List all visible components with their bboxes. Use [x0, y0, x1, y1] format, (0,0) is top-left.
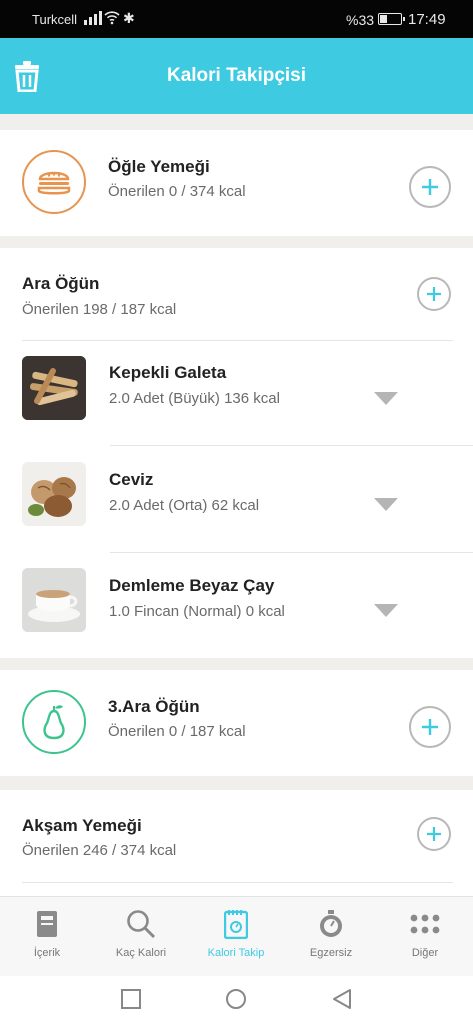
walnut-image: [22, 462, 86, 526]
meal-icon-circle: [22, 690, 86, 754]
tab-egzersiz[interactable]: Egzersiz: [284, 897, 378, 977]
meal-icon-circle: [22, 150, 86, 214]
tab-kalori-takip[interactable]: Kalori Takip: [189, 897, 283, 977]
status-bar: Turkcell ✱ %33 17:49: [0, 0, 473, 38]
tab-icerik[interactable]: İçerik: [0, 897, 94, 977]
tab-diger[interactable]: Diğer: [378, 897, 472, 977]
tab-label: Kalori Takip: [207, 947, 265, 959]
tea-cup-image: [22, 568, 86, 632]
battery-icon: [378, 13, 405, 25]
meal-title: Öğle Yemeği: [108, 157, 210, 176]
meal-title: 3.Ara Öğün: [108, 697, 200, 716]
divider: [22, 340, 453, 341]
page-title: Kalori Takipçisi: [166, 65, 307, 86]
back-icon[interactable]: [331, 988, 353, 1010]
tab-label: Diğer: [411, 947, 439, 959]
meal-title: Akşam Yemeği: [22, 816, 142, 835]
bottom-tab-bar: İçerik Kaç Kalori Kalori Takip Egzersiz …: [0, 896, 473, 976]
plus-icon: [422, 719, 438, 735]
meal-subtitle: Önerilen 246 / 374 kcal: [22, 842, 177, 859]
meal-group-dinner: Akşam Yemeği Önerilen 246 / 374 kcal: [0, 790, 473, 896]
meal-subtitle: Önerilen 0 / 374 kcal: [108, 183, 246, 200]
add-food-button[interactable]: [417, 817, 451, 851]
clock: 17:49: [408, 11, 446, 28]
meal-title: Ara Öğün: [22, 274, 100, 293]
meal-group-snack: Ara Öğün Önerilen 198 / 187 kcal Kepekli…: [0, 248, 473, 658]
food-detail: 1.0 Fincan (Normal) 0 kcal: [109, 603, 285, 620]
wifi-icon: [104, 11, 120, 25]
breadsticks-image: [22, 356, 86, 420]
carrier-name: Turkcell: [32, 12, 78, 27]
expand-arrow-icon[interactable]: [374, 604, 398, 617]
plus-icon: [422, 179, 438, 195]
meal-subtitle: Önerilen 0 / 187 kcal: [108, 723, 246, 740]
food-name: Demleme Beyaz Çay: [109, 576, 275, 595]
add-food-button[interactable]: [409, 166, 451, 208]
divider: [110, 552, 473, 553]
add-food-button[interactable]: [409, 706, 451, 748]
divider: [110, 445, 473, 446]
tracker-icon: [224, 910, 248, 939]
plus-icon: [427, 287, 441, 301]
add-food-button[interactable]: [417, 277, 451, 311]
plus-icon: [427, 827, 441, 841]
meal-card-snack-3: 3.Ara Öğün Önerilen 0 / 187 kcal: [0, 670, 473, 776]
signal-icon: [84, 11, 102, 25]
food-detail: 2.0 Adet (Orta) 62 kcal: [109, 497, 260, 514]
meal-subtitle: Önerilen 198 / 187 kcal: [22, 301, 177, 318]
app-header: Kalori Takipçisi: [0, 38, 473, 114]
expand-arrow-icon[interactable]: [374, 498, 398, 511]
home-icon[interactable]: [225, 988, 247, 1010]
tab-label: İçerik: [33, 947, 61, 959]
bluetooth-icon: ✱: [123, 10, 135, 26]
tab-kac-kalori[interactable]: Kaç Kalori: [94, 897, 188, 977]
food-name: Ceviz: [109, 470, 154, 489]
recent-apps-icon[interactable]: [120, 988, 142, 1010]
food-detail: 2.0 Adet (Büyük) 136 kcal: [109, 390, 280, 407]
food-name: Kepekli Galeta: [109, 363, 227, 382]
battery-percentage: %33: [346, 12, 375, 28]
expand-arrow-icon[interactable]: [374, 392, 398, 405]
tab-label: Kaç Kalori: [115, 947, 167, 959]
divider: [22, 882, 453, 883]
burger-icon: [37, 171, 71, 195]
tab-label: Egzersiz: [309, 947, 353, 959]
pear-icon: [43, 705, 65, 740]
meal-card-lunch: Öğle Yemeği Önerilen 0 / 374 kcal: [0, 130, 473, 236]
search-icon: [127, 910, 156, 939]
more-dots-icon: [410, 914, 440, 934]
book-icon: [37, 911, 57, 937]
stopwatch-icon: [320, 910, 342, 937]
system-navigation-bar: [0, 976, 473, 1024]
